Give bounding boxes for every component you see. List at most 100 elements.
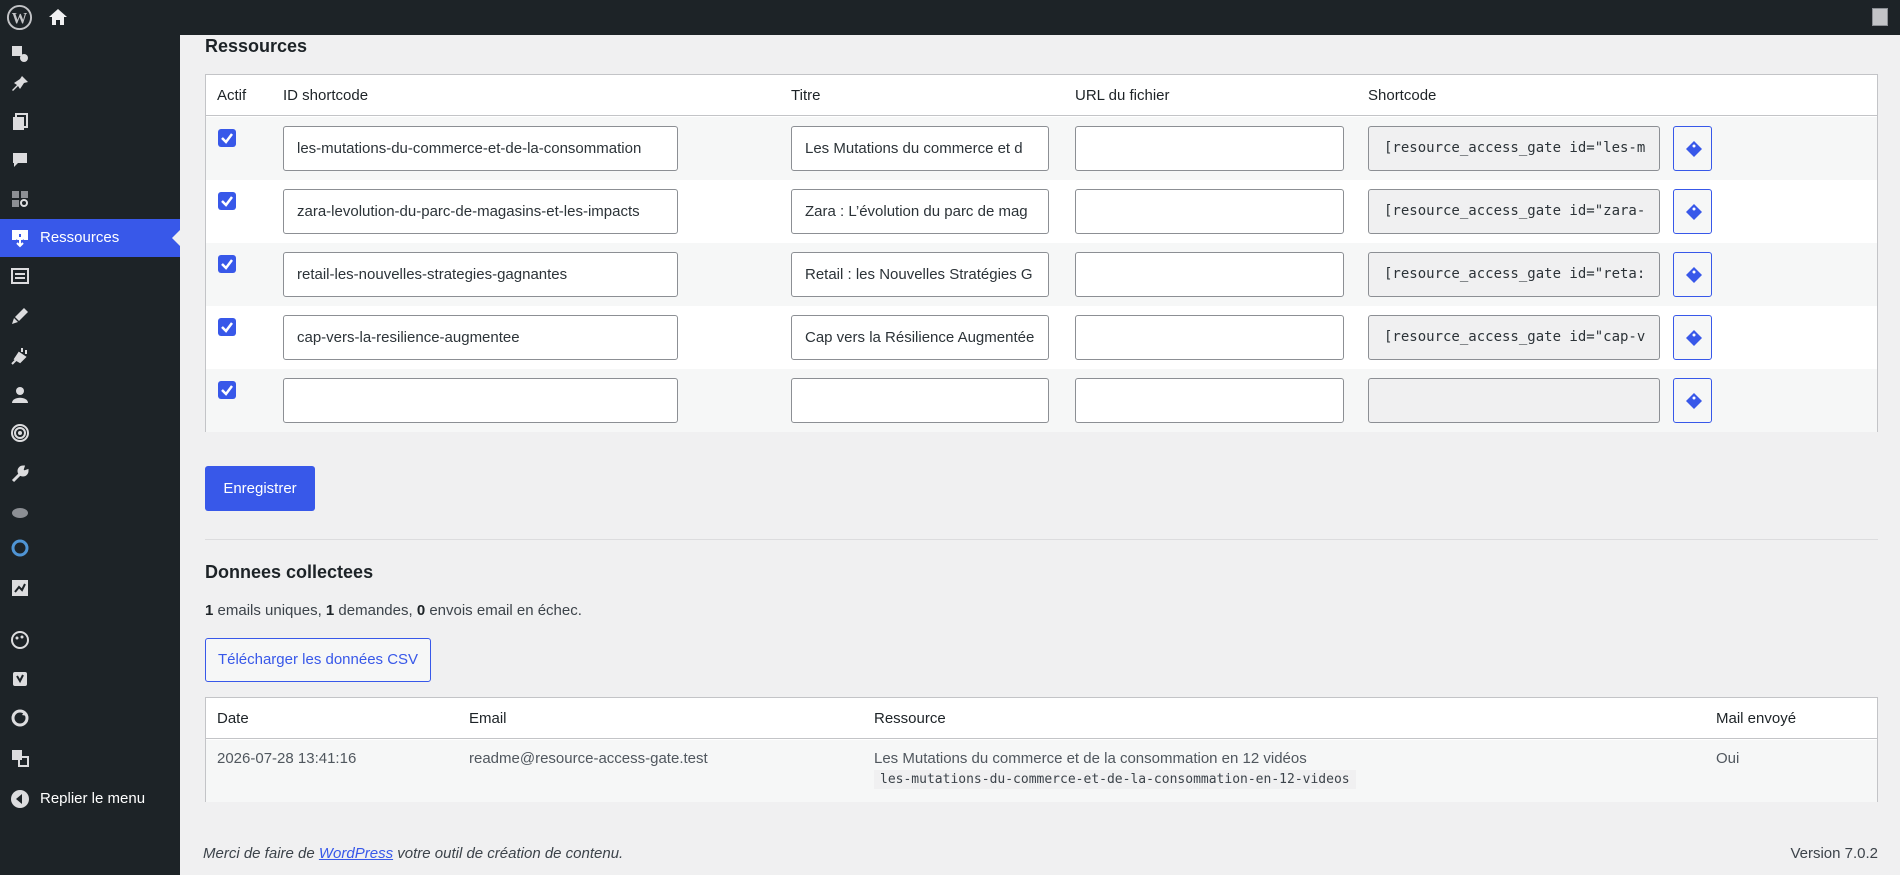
footer-thanks-before: Merci de faire de (203, 845, 319, 862)
menu-item-label: Ressources (40, 229, 120, 246)
email-cell: readme@resource-access-gate.test (469, 750, 708, 767)
column-header-url: URL du fichier (1075, 87, 1170, 104)
column-header-resource: Ressource (874, 710, 946, 727)
menu-item-stats[interactable] (0, 569, 180, 607)
collapse-menu-button[interactable]: Replier le menu (0, 780, 180, 818)
column-header-title: Titre (791, 87, 821, 104)
shortcode-field[interactable]: [resource_access_gate id="zara- (1368, 189, 1660, 234)
file-url-input[interactable] (1075, 189, 1344, 234)
table-row: retail-les-nouvelles-strategies-gagnante… (206, 243, 1877, 306)
menu-item-comments[interactable] (0, 141, 180, 179)
tag-icon (1686, 330, 1702, 346)
menu-item-yoast[interactable] (0, 660, 180, 698)
users-icon (12, 387, 28, 403)
footer-version: Version 7.0.2 (1790, 845, 1878, 862)
menu-item-pages[interactable] (0, 103, 180, 141)
active-checkbox[interactable] (218, 381, 236, 399)
resources-heading: Ressources (205, 36, 308, 56)
home-icon[interactable] (48, 7, 68, 27)
footer-thanks: Merci de faire de WordPress votre outil … (203, 845, 623, 862)
shortcode-field[interactable]: [resource_access_gate id="les-m (1368, 126, 1660, 171)
shortcode-id-input[interactable]: les-mutations-du-commerce-et-de-la-conso… (283, 126, 678, 171)
shortcode-field[interactable] (1368, 378, 1660, 423)
avatar[interactable] (1872, 8, 1888, 26)
menu-item-blocks[interactable] (0, 180, 180, 218)
fingerprint-icon (11, 424, 29, 442)
title-input[interactable]: Cap vers la Résilience Augmentée (791, 315, 1049, 360)
collapse-icon (11, 790, 29, 808)
copy-shortcode-button[interactable] (1673, 189, 1712, 234)
copy-shortcode-button[interactable] (1673, 378, 1712, 423)
shortcode-field[interactable]: [resource_access_gate id="reta: (1368, 252, 1660, 297)
forms-icon (11, 268, 29, 284)
active-checkbox[interactable] (218, 129, 236, 147)
menu-item-forms[interactable] (0, 257, 180, 295)
active-checkbox[interactable] (218, 192, 236, 210)
wordpress-link[interactable]: WordPress (319, 845, 393, 862)
menu-item-sync[interactable] (0, 699, 180, 737)
menu-item-translate[interactable] (0, 739, 180, 777)
tag-icon (1686, 204, 1702, 220)
resources-table: Actif ID shortcode Titre URL du fichier … (205, 74, 1878, 432)
checkmark-icon (221, 133, 233, 144)
collected-table: Date Email Ressource Mail envoyé 2026-07… (205, 697, 1878, 802)
title-input[interactable]: Les Mutations du commerce et d (791, 126, 1049, 171)
requests-label: demandes, (334, 602, 417, 619)
emails-label: emails uniques, (213, 602, 326, 619)
copy-shortcode-button[interactable] (1673, 252, 1712, 297)
file-url-input[interactable] (1075, 126, 1344, 171)
shortcode-id-input[interactable] (283, 378, 678, 423)
menu-item-palette[interactable] (0, 621, 180, 659)
menu-item-security[interactable] (0, 414, 180, 452)
file-url-input[interactable] (1075, 378, 1344, 423)
column-header-email: Email (469, 710, 507, 727)
svg-text:W: W (12, 10, 28, 27)
active-checkbox[interactable] (218, 318, 236, 336)
menu-item-appearance[interactable] (0, 297, 180, 335)
column-header-id: ID shortcode (283, 87, 369, 104)
menu-item-tools[interactable] (0, 455, 180, 493)
shortcode-id-input[interactable]: zara-levolution-du-parc-de-magasins-et-l… (283, 189, 678, 234)
column-header-active: Actif (217, 87, 247, 104)
copy-shortcode-button[interactable] (1673, 315, 1712, 360)
plugins-icon (11, 348, 27, 365)
pin-icon (12, 76, 28, 91)
menu-item-users[interactable] (0, 376, 180, 414)
checkmark-icon (221, 385, 233, 396)
media-icon (12, 46, 28, 62)
palette-icon (11, 631, 29, 649)
download-icon (12, 230, 28, 248)
requests-count: 1 (325, 602, 335, 619)
file-url-input[interactable] (1075, 315, 1344, 360)
table-row: cap-vers-la-resilience-augmentee Cap ver… (206, 306, 1877, 369)
copy-shortcode-button[interactable] (1673, 126, 1712, 171)
menu-item-cloud[interactable] (0, 493, 180, 531)
tag-icon (1686, 393, 1702, 409)
title-input[interactable] (791, 378, 1049, 423)
menu-item-posts[interactable] (0, 65, 180, 103)
admin-menu: Ressources Replier le menu (0, 35, 180, 875)
menu-item-circle[interactable] (0, 529, 180, 567)
failed-label: envois email en échec. (425, 602, 582, 619)
shortcode-id-input[interactable]: cap-vers-la-resilience-augmentee (283, 315, 678, 360)
sync-icon (11, 709, 29, 727)
comments-icon (13, 153, 27, 167)
chart-icon (12, 580, 28, 596)
mail-sent-cell: Oui (1716, 750, 1740, 767)
yoast-icon (13, 672, 27, 686)
shortcode-id-input[interactable]: retail-les-nouvelles-strategies-gagnante… (283, 252, 678, 297)
title-input[interactable]: Retail : les Nouvelles Stratégies G (791, 252, 1049, 297)
column-header-mail-sent: Mail envoyé (1716, 710, 1797, 727)
collapse-menu-label: Replier le menu (40, 790, 146, 807)
active-checkbox[interactable] (218, 255, 236, 273)
title-input[interactable]: Zara : L’évolution du parc de mag (791, 189, 1049, 234)
save-button[interactable]: Enregistrer (205, 466, 315, 511)
wordpress-logo-icon[interactable]: W (6, 4, 33, 31)
menu-item-ressources[interactable]: Ressources (0, 219, 180, 257)
tag-icon (1686, 141, 1702, 157)
download-csv-button[interactable]: Télécharger les données CSV (205, 638, 431, 682)
file-url-input[interactable] (1075, 252, 1344, 297)
menu-item-plugins[interactable] (0, 337, 180, 375)
blocks-icon (12, 191, 28, 207)
shortcode-field[interactable]: [resource_access_gate id="cap-v (1368, 315, 1660, 360)
